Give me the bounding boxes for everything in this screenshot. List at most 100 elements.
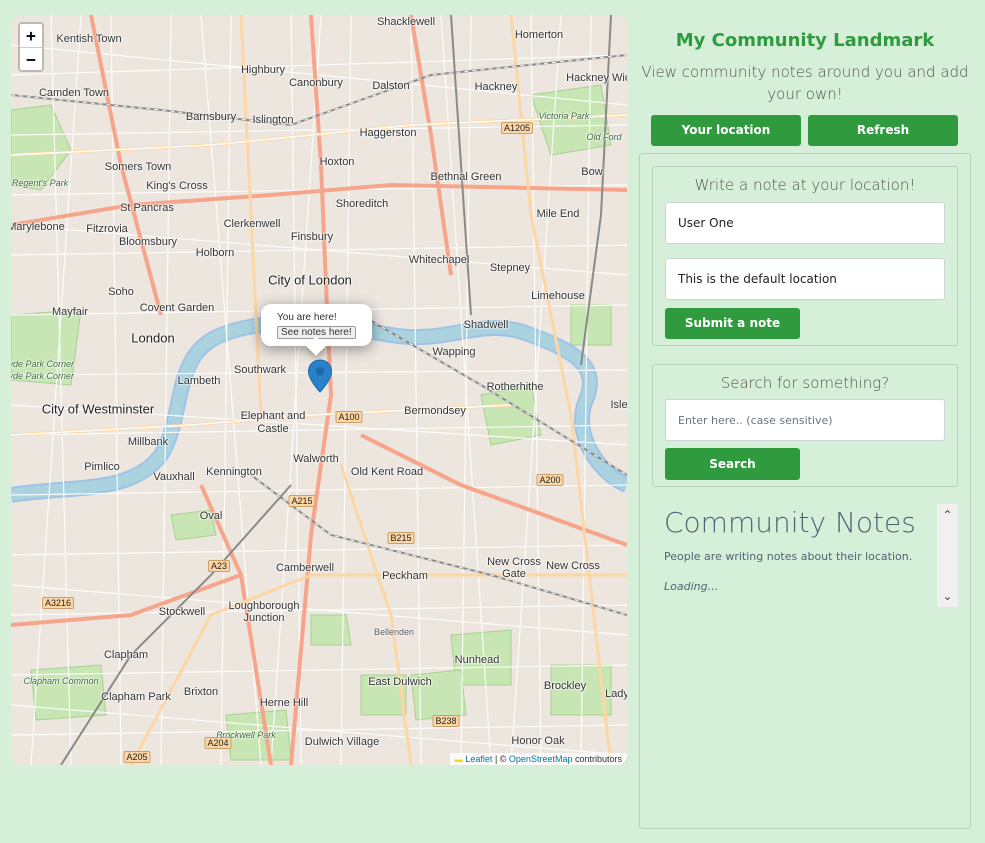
map-place-label: Brockley	[543, 680, 587, 692]
map-place-label: Shoreditch	[335, 198, 389, 210]
map-place-label: Bethnal Green	[430, 171, 502, 183]
attribution-contributors: contributors	[572, 754, 622, 764]
map-place-label: Isle	[610, 399, 627, 411]
map-place-label: Marylebone	[11, 221, 65, 233]
map-place-label: East Dulwich	[368, 676, 432, 688]
map-place-label: Clerkenwell	[223, 218, 281, 230]
notes-status: Loading...	[664, 580, 719, 593]
map-place-label: Stockwell	[158, 606, 206, 618]
map-place-label: Mile End	[536, 208, 580, 220]
map-place-label: Hoxton	[319, 156, 355, 168]
map-place-label: Wapping	[432, 346, 476, 358]
map-place-label: A215	[288, 495, 316, 507]
map-place-label: Hackney Wick	[566, 72, 627, 84]
scroll-down-icon[interactable]: ⌄	[937, 587, 958, 605]
map-place-label: Dalston	[372, 80, 410, 92]
notes-subtitle: People are writing notes about their loc…	[664, 550, 913, 563]
notes-scrollbar[interactable]: ⌃ ⌄	[937, 504, 958, 607]
map-place-label: Bellenden	[373, 627, 415, 637]
note-field[interactable]: This is the default location	[665, 258, 945, 300]
map-place-label: Canonbury	[289, 77, 343, 89]
scroll-up-icon[interactable]: ⌃	[937, 506, 958, 524]
map-place-label: Millbank	[127, 436, 169, 448]
username-field[interactable]: User One	[665, 202, 945, 244]
map-place-label: Covent Garden	[139, 302, 215, 314]
search-input[interactable]: Enter here.. (case sensitive)	[665, 399, 945, 441]
zoom-out-button[interactable]: −	[20, 47, 42, 70]
map-place-label: London	[131, 330, 175, 346]
map-place-label: Clapham Park	[101, 691, 171, 703]
map-marker-icon[interactable]	[307, 359, 333, 393]
map-place-label: Pimlico	[84, 461, 120, 473]
map-place-label: New Cross	[487, 556, 541, 568]
map-place-label: Hackney	[474, 81, 518, 93]
search-button[interactable]: Search	[665, 448, 800, 480]
map-place-label: Nunhead	[454, 654, 500, 666]
map-place-label: Hyde Park Corner	[11, 371, 75, 381]
map-place-label: A23	[207, 560, 231, 572]
map-place-label: Peckham	[382, 570, 428, 582]
map-place-label: Homerton	[514, 29, 564, 41]
map-place-label: Southwark	[234, 364, 286, 376]
map-view[interactable]: Kentish Town Highbury Shacklewell Homerton C…	[11, 15, 627, 765]
map-place-label: Finsbury	[290, 231, 334, 243]
map-place-label: The Regent's Park	[11, 178, 69, 188]
app-title: My Community Landmark	[675, 30, 935, 51]
map-place-label: Clapham Common	[23, 676, 99, 686]
map-place-label: Dulwich Village	[304, 736, 380, 748]
map-place-label: Stepney	[489, 262, 531, 274]
map-place-label: Old Ford	[586, 132, 622, 142]
map-place-label: Whitechapel	[408, 254, 470, 266]
map-place-label: Rotherhithe	[486, 381, 544, 393]
map-place-label: Gate	[502, 568, 526, 580]
map-place-label: Clapham	[103, 649, 149, 661]
map-place-label: City of London	[268, 272, 352, 288]
map-place-label: Barnsbury	[185, 111, 237, 123]
map-place-label: Lady	[605, 688, 627, 700]
map-place-label: Victoria Park	[538, 111, 590, 121]
map-place-label: Elephant and	[240, 410, 306, 422]
note-form-title: Write a note at your location!	[694, 176, 916, 194]
location-popup: You are here! See notes here!	[261, 304, 372, 356]
map-place-label: Kentish Town	[56, 33, 122, 45]
map-place-label: City of Westminster	[41, 401, 155, 417]
map-place-label: A200	[536, 474, 564, 486]
map-place-label: Castle	[257, 423, 289, 435]
attribution-separator: | ©	[492, 754, 509, 764]
popup-text: You are here!	[277, 312, 337, 323]
map-place-label: Somers Town	[104, 161, 172, 173]
map-place-label: Mayfair	[51, 306, 89, 318]
map-place-label: Loughborough	[228, 600, 300, 612]
app-subtitle: View community notes around you and add …	[641, 63, 969, 103]
map-place-label: Vauxhall	[153, 471, 195, 483]
map-place-label: Herne Hill	[259, 697, 309, 709]
zoom-in-button[interactable]: +	[20, 24, 42, 47]
leaflet-link[interactable]: Leaflet	[465, 754, 492, 764]
map-place-label: Kennington	[206, 466, 262, 478]
map-place-label: Shacklewell	[376, 16, 436, 28]
map-place-label: Brixton	[183, 686, 219, 698]
map-place-label: Hyde Park Corner	[11, 359, 75, 369]
submit-note-button[interactable]: Submit a note	[665, 308, 800, 339]
map-place-label: Junction	[243, 612, 285, 624]
map-place-label: A205	[123, 751, 151, 763]
map-place-label: Lambeth	[177, 375, 221, 387]
map-place-label: A100	[335, 411, 363, 423]
map-place-label: A204	[204, 737, 232, 749]
map-place-label: Camden Town	[38, 87, 110, 99]
openstreetmap-link[interactable]: OpenStreetMap	[509, 754, 573, 764]
map-place-label: A3216	[41, 597, 75, 609]
your-location-button[interactable]: Your location	[651, 115, 801, 146]
map-place-label: Old Kent Road	[350, 466, 424, 478]
map-place-label: B215	[387, 532, 415, 544]
map-place-label: Fitzrovia	[86, 223, 128, 235]
refresh-button[interactable]: Refresh	[808, 115, 958, 146]
search-title: Search for something?	[720, 374, 890, 392]
map-attribution: ▬ Leaflet | © OpenStreetMap contributors	[449, 753, 627, 765]
ukraine-flag-icon: ▬	[454, 755, 463, 764]
map-place-label: Walworth	[293, 453, 339, 465]
map-place-label: Bermondsey	[404, 405, 466, 417]
map-place-label: Bloomsbury	[118, 236, 178, 248]
map-place-label: Soho	[108, 286, 134, 298]
map-place-label: Honor Oak	[511, 735, 565, 747]
